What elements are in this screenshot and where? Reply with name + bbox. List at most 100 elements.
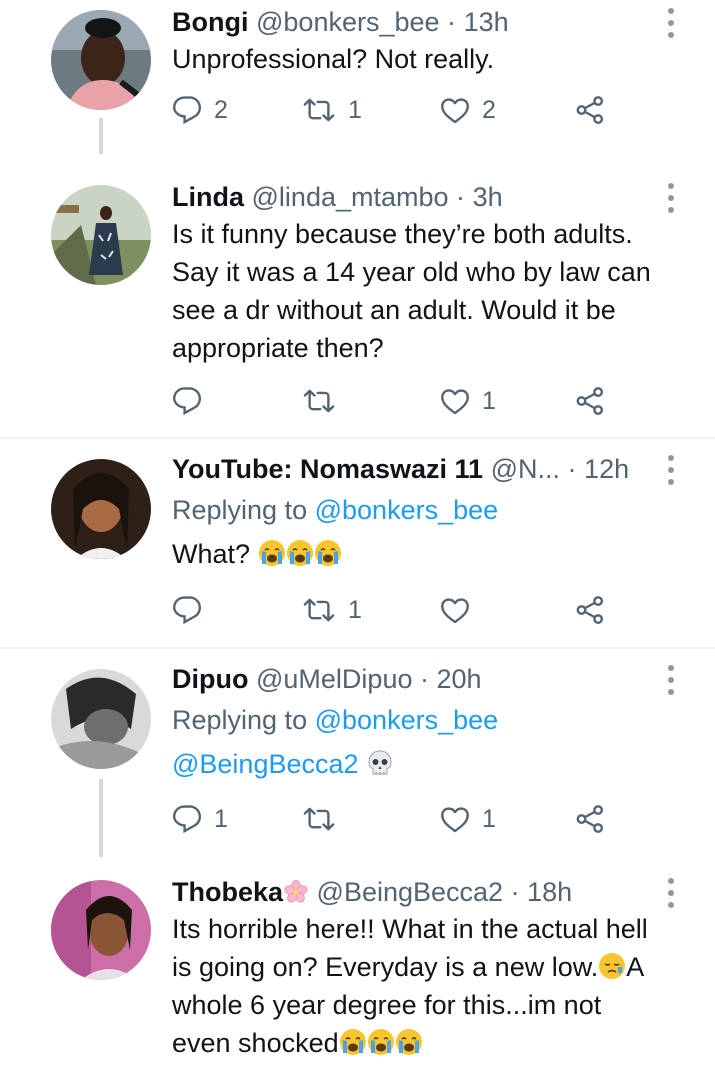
- avatar[interactable]: [51, 880, 151, 980]
- replying-to-mention[interactable]: @bonkers_bee: [315, 705, 499, 735]
- reply-button[interactable]: [172, 590, 202, 630]
- tweet-text: Unprofessional? Not really.: [172, 44, 495, 74]
- share-button[interactable]: [575, 90, 605, 130]
- tweet-text-line: Say it was a 14 year old who by law can: [172, 257, 651, 287]
- tweet-thobeka[interactable]: Thobeka @BeingBecca2 · 18h Its horrible …: [0, 870, 715, 1068]
- like-count: 1: [482, 386, 496, 415]
- timestamp[interactable]: 12h: [584, 454, 629, 484]
- separator: ·: [510, 877, 520, 907]
- reply-button[interactable]: 2: [172, 90, 228, 130]
- reply-icon: [172, 595, 202, 625]
- retweet-button[interactable]: 1: [302, 90, 362, 130]
- more-icon[interactable]: [667, 183, 675, 213]
- retweet-button[interactable]: 1: [302, 590, 362, 630]
- retweet-icon: [302, 386, 336, 416]
- tweet-actions: 1: [172, 590, 615, 630]
- username[interactable]: @bonkers_bee: [256, 7, 440, 37]
- loudly-crying-face-emoji: [395, 1028, 423, 1056]
- tweet-header: Dipuo @uMelDipuo · 20h: [172, 661, 655, 697]
- tweet-linda[interactable]: Linda @linda_mtambo · 3h Is it funny bec…: [0, 175, 715, 437]
- loudly-crying-face-emoji: [339, 1028, 367, 1056]
- replying-to-mention[interactable]: @bonkers_bee: [315, 495, 499, 525]
- share-button[interactable]: [575, 381, 605, 421]
- tweet-text-line: see a dr without an adult. Would it be: [172, 295, 616, 325]
- display-name[interactable]: Linda: [172, 182, 244, 212]
- more-icon[interactable]: [667, 878, 675, 908]
- tweet-bongi[interactable]: Bongi @bonkers_bee · 13h Unprofessional?…: [0, 0, 715, 175]
- avatar[interactable]: [51, 185, 151, 285]
- like-button[interactable]: [440, 590, 470, 630]
- replying-to-label: Replying to: [172, 495, 308, 525]
- tweet-text: Its horrible here!! What in the actual h…: [172, 910, 675, 1062]
- avatar[interactable]: [51, 459, 151, 559]
- tweet-actions: 1 1: [172, 799, 615, 839]
- skull-emoji: [366, 749, 394, 777]
- like-count: 2: [482, 95, 496, 124]
- cherry-blossom-emoji: [283, 879, 309, 905]
- username[interactable]: @linda_mtambo: [252, 182, 449, 212]
- tweet-dipuo[interactable]: Dipuo @uMelDipuo · 20h Replying to @bonk…: [0, 657, 715, 857]
- share-button[interactable]: [575, 799, 605, 839]
- avatar[interactable]: [51, 669, 151, 769]
- reply-count: 2: [214, 95, 228, 124]
- tweet-text: Is it funny because they’re both adults.…: [172, 215, 675, 367]
- more-icon[interactable]: [667, 8, 675, 38]
- timestamp[interactable]: 20h: [437, 664, 482, 694]
- tweet-text-content: What?: [172, 539, 251, 569]
- reply-icon: [172, 386, 202, 416]
- divider: [0, 437, 715, 439]
- mention-link[interactable]: @BeingBecca2: [172, 749, 359, 779]
- retweet-button[interactable]: [302, 381, 336, 421]
- thread-line: [99, 779, 103, 857]
- share-icon: [575, 804, 605, 834]
- separator: ·: [447, 7, 457, 37]
- timestamp[interactable]: 18h: [527, 877, 572, 907]
- reply-button[interactable]: 1: [172, 799, 228, 839]
- display-name[interactable]: Dipuo: [172, 664, 248, 694]
- tweet-text-line: even shocked: [172, 1024, 675, 1062]
- retweet-icon: [302, 95, 336, 125]
- more-icon[interactable]: [667, 665, 675, 695]
- more-icon[interactable]: [667, 455, 675, 485]
- tweet-text-line: whole 6 year degree for this...im not: [172, 990, 602, 1020]
- username[interactable]: @uMelDipuo: [256, 664, 412, 694]
- reply-icon: [172, 804, 202, 834]
- share-icon: [575, 595, 605, 625]
- replying-to-label: Replying to: [172, 705, 308, 735]
- retweet-count: 1: [348, 95, 362, 124]
- like-icon: [440, 386, 470, 416]
- tweet-header: Bongi @bonkers_bee · 13h: [172, 4, 655, 40]
- tweet-text-segment: even shocked: [172, 1028, 339, 1058]
- tweet-text-line: is going on? Everyday is a new low. A: [172, 948, 675, 986]
- like-icon: [440, 804, 470, 834]
- retweet-icon: [302, 595, 336, 625]
- timestamp[interactable]: 13h: [464, 7, 509, 37]
- tweet-text-segment: A: [626, 952, 645, 982]
- avatar[interactable]: [51, 10, 151, 110]
- display-name[interactable]: Bongi: [172, 7, 248, 37]
- like-button[interactable]: 2: [440, 90, 496, 130]
- username[interactable]: @BeingBecca2: [317, 877, 504, 907]
- tweet-nomaswazi[interactable]: YouTube: Nomaswazi 11 @N... · 12h Replyi…: [0, 447, 715, 647]
- tweet-text-segment: is going on? Everyday is a new low.: [172, 952, 599, 982]
- separator: ·: [567, 454, 577, 484]
- username[interactable]: @N...: [491, 454, 560, 484]
- tweet-text-line: appropriate then?: [172, 333, 384, 363]
- reply-button[interactable]: [172, 381, 202, 421]
- replying-to: Replying to @bonkers_bee: [172, 702, 498, 738]
- display-name[interactable]: Thobeka: [172, 877, 283, 907]
- display-name[interactable]: YouTube: Nomaswazi 11: [172, 454, 483, 484]
- replying-to: Replying to @bonkers_bee: [172, 492, 498, 528]
- like-button[interactable]: 1: [440, 799, 496, 839]
- tweet-actions: 2 1 2: [172, 90, 615, 130]
- loudly-crying-face-emoji: [314, 539, 342, 567]
- tweet-text: @BeingBecca2: [172, 745, 675, 783]
- share-icon: [575, 386, 605, 416]
- share-button[interactable]: [575, 590, 605, 630]
- like-count: 1: [482, 804, 496, 833]
- timestamp[interactable]: 3h: [473, 182, 503, 212]
- like-button[interactable]: 1: [440, 381, 496, 421]
- reply-icon: [172, 95, 202, 125]
- tweet-text-line: Is it funny because they’re both adults.: [172, 219, 633, 249]
- retweet-button[interactable]: [302, 799, 336, 839]
